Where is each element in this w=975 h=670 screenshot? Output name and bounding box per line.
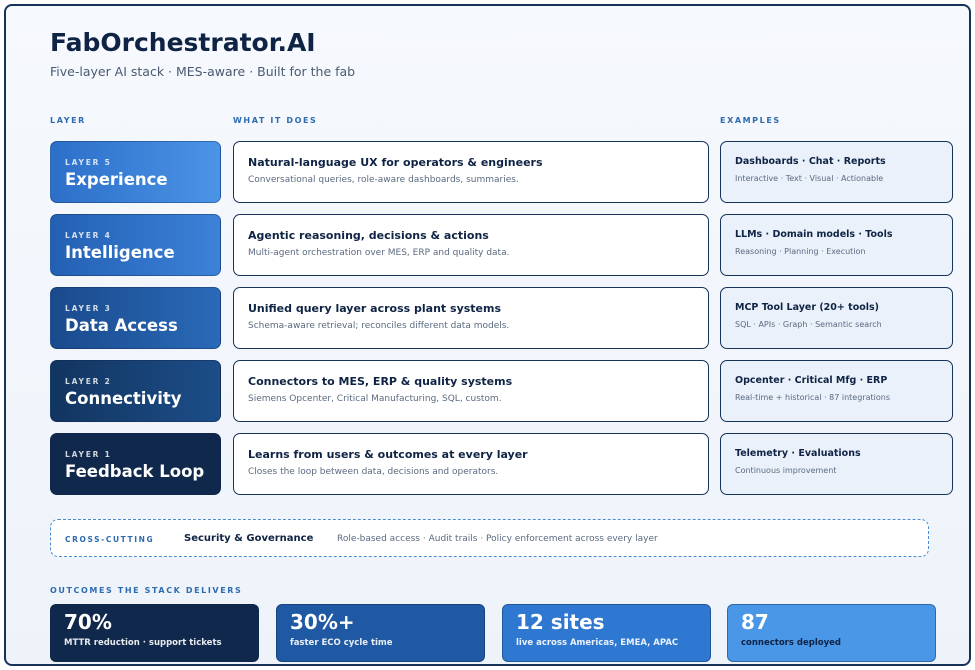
layer-3-description: Unified query layer across plant systems… bbox=[233, 287, 709, 349]
cross-cutting-description: Role-based access · Audit trails · Polic… bbox=[337, 534, 658, 544]
layer-number: LAYER 1 bbox=[65, 450, 112, 459]
layer-name: Intelligence bbox=[65, 243, 175, 262]
description-title: Connectors to MES, ERP & quality systems bbox=[248, 375, 513, 388]
examples-text: Reasoning · Planning · Execution bbox=[735, 247, 866, 256]
description-text: Siemens Opcenter, Critical Manufacturing… bbox=[248, 394, 502, 404]
description-title: Natural-language UX for operators & engi… bbox=[248, 156, 543, 169]
outcome-card-connectors: 87 connectors deployed bbox=[727, 604, 936, 662]
layer-1-examples: Telemetry · Evaluations Continuous impro… bbox=[720, 433, 953, 495]
examples-title: Opcenter · Critical Mfg · ERP bbox=[735, 375, 888, 386]
layer-number: LAYER 4 bbox=[65, 231, 112, 240]
layer-number: LAYER 5 bbox=[65, 158, 112, 167]
layer-4-card: LAYER 4 Intelligence bbox=[50, 214, 221, 276]
outcome-card-sites: 12 sites live across Americas, EMEA, APA… bbox=[502, 604, 711, 662]
layer-5-card: LAYER 5 Experience bbox=[50, 141, 221, 203]
layer-2-examples: Opcenter · Critical Mfg · ERP Real-time … bbox=[720, 360, 953, 422]
layer-3-examples: MCP Tool Layer (20+ tools) SQL · APIs · … bbox=[720, 287, 953, 349]
layer-2-card: LAYER 2 Connectivity bbox=[50, 360, 221, 422]
diagram-frame: FabOrchestrator.AI Five-layer AI stack ·… bbox=[4, 4, 971, 666]
layer-name: Connectivity bbox=[65, 389, 182, 408]
outcome-value: 70% bbox=[64, 610, 112, 634]
cross-cutting-tag: CROSS-CUTTING bbox=[65, 535, 155, 544]
examples-text: Real-time + historical · 87 integrations bbox=[735, 393, 890, 402]
outcome-value: 30%+ bbox=[290, 610, 355, 634]
examples-text: SQL · APIs · Graph · Semantic search bbox=[735, 320, 882, 329]
outcome-value: 87 bbox=[741, 610, 769, 634]
examples-title: LLMs · Domain models · Tools bbox=[735, 229, 893, 240]
description-text: Conversational queries, role-aware dashb… bbox=[248, 175, 519, 185]
layer-number: LAYER 3 bbox=[65, 304, 112, 313]
column-header-layer: LAYER bbox=[50, 116, 86, 125]
examples-title: MCP Tool Layer (20+ tools) bbox=[735, 302, 880, 313]
examples-text: Continuous improvement bbox=[735, 466, 837, 475]
outcome-card-mttr: 70% MTTR reduction · support tickets bbox=[50, 604, 259, 662]
cross-cutting-title: Security & Governance bbox=[184, 533, 314, 544]
layer-5-examples: Dashboards · Chat · Reports Interactive … bbox=[720, 141, 953, 203]
cross-cutting-bar: CROSS-CUTTING Security & Governance Role… bbox=[50, 519, 929, 557]
layer-1-description: Learns from users & outcomes at every la… bbox=[233, 433, 709, 495]
column-header-what: WHAT IT DOES bbox=[233, 116, 318, 125]
outcome-label: faster ECO cycle time bbox=[290, 638, 393, 648]
outcome-value: 12 sites bbox=[516, 610, 605, 634]
layer-2-description: Connectors to MES, ERP & quality systems… bbox=[233, 360, 709, 422]
layer-1-card: LAYER 1 Feedback Loop bbox=[50, 433, 221, 495]
layer-number: LAYER 2 bbox=[65, 377, 112, 386]
page-title: FabOrchestrator.AI bbox=[50, 28, 316, 57]
layer-name: Feedback Loop bbox=[65, 462, 205, 481]
examples-title: Telemetry · Evaluations bbox=[735, 448, 861, 459]
description-title: Agentic reasoning, decisions & actions bbox=[248, 229, 489, 242]
outcome-label: MTTR reduction · support tickets bbox=[64, 638, 222, 648]
layer-4-examples: LLMs · Domain models · Tools Reasoning ·… bbox=[720, 214, 953, 276]
description-title: Learns from users & outcomes at every la… bbox=[248, 448, 528, 461]
description-text: Schema-aware retrieval; reconciles diffe… bbox=[248, 321, 510, 331]
layer-3-card: LAYER 3 Data Access bbox=[50, 287, 221, 349]
examples-title: Dashboards · Chat · Reports bbox=[735, 156, 886, 167]
page-subtitle: Five-layer AI stack · MES-aware · Built … bbox=[50, 64, 356, 79]
description-text: Multi-agent orchestration over MES, ERP … bbox=[248, 248, 510, 258]
layer-name: Experience bbox=[65, 170, 168, 189]
outcome-card-eco: 30%+ faster ECO cycle time bbox=[276, 604, 485, 662]
outcome-label: live across Americas, EMEA, APAC bbox=[516, 638, 679, 648]
layer-name: Data Access bbox=[65, 316, 178, 335]
description-title: Unified query layer across plant systems bbox=[248, 302, 502, 315]
outcomes-heading: OUTCOMES THE STACK DELIVERS bbox=[50, 586, 243, 595]
layer-5-description: Natural-language UX for operators & engi… bbox=[233, 141, 709, 203]
description-text: Closes the loop between data, decisions … bbox=[248, 467, 499, 477]
column-header-examples: EXAMPLES bbox=[720, 116, 781, 125]
outcome-label: connectors deployed bbox=[741, 638, 841, 648]
examples-text: Interactive · Text · Visual · Actionable bbox=[735, 174, 884, 183]
layer-4-description: Agentic reasoning, decisions & actions M… bbox=[233, 214, 709, 276]
